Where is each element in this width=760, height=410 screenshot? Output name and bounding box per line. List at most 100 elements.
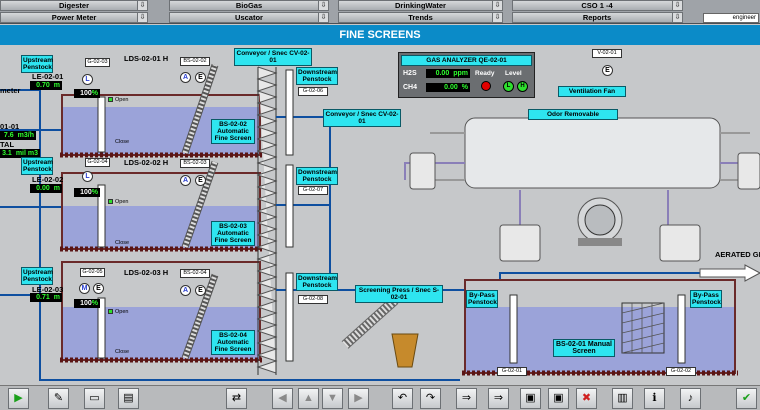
nav-uscator[interactable]: Uscator — [169, 12, 329, 23]
ch4-label: CH4 — [403, 84, 418, 91]
flow-meter-label: meter — [0, 86, 21, 95]
gate-mode-3[interactable]: M — [79, 283, 90, 294]
upstream-penstock-3[interactable]: Upstream Penstock — [21, 267, 53, 285]
close-label-3: Close — [115, 349, 130, 355]
downstream-penstock-2[interactable]: Downstream Penstock — [296, 167, 338, 185]
nav-digester-arrow-icon[interactable]: ⇩ — [137, 0, 148, 11]
document-icon: ▤ — [123, 392, 134, 404]
nav-uscator-arrow-icon[interactable]: ⇩ — [318, 12, 329, 23]
screen-mode-a-3[interactable]: A — [180, 285, 191, 296]
downstream-penstock-1[interactable]: Downstream Penstock — [296, 67, 338, 85]
gate-tag-2: G-02-04 — [85, 158, 110, 167]
gate-tag-1: G-02-03 — [85, 58, 110, 67]
top-navigation: Digester ⇩ BioGas ⇩ DrinkingWater ⇩ CSO … — [0, 0, 760, 24]
nav-cso-arrow-icon[interactable]: ⇩ — [672, 0, 683, 11]
redo-button[interactable]: ↷ — [420, 388, 441, 409]
upstream-penstock-2[interactable]: Upstream Penstock — [21, 157, 53, 175]
import-icon: ⇒ — [461, 392, 472, 404]
process-lines — [0, 63, 760, 381]
screen-tag-1: BS-02-02 — [180, 57, 210, 66]
nav-power-meter[interactable]: Power Meter — [0, 12, 148, 23]
nav-digester[interactable]: Digester — [0, 0, 148, 11]
manual-screen[interactable]: BS-02-01 Manual Screen — [553, 339, 615, 357]
nav-biogas-arrow-icon[interactable]: ⇩ — [318, 0, 329, 11]
nav-reports[interactable]: Reports — [512, 12, 682, 23]
gas-analyzer-title: GAS ANALYZER QE-02-01 — [401, 55, 532, 66]
screen-mode-a-2[interactable]: A — [180, 175, 191, 186]
export-button[interactable]: ⇒ — [488, 388, 509, 409]
nav-reports-arrow-icon[interactable]: ⇩ — [672, 12, 683, 23]
bypass-penstock-right[interactable]: By-Pass Penstock — [690, 290, 722, 308]
conveyor-label-top: Conveyor / Snec CV-02-01 — [234, 48, 312, 66]
gas-analyzer-panel: GAS ANALYZER QE-02-01 H2S 0.00 ppm CH4 0.… — [398, 52, 535, 98]
ready-label: Ready — [475, 70, 495, 77]
save-as-icon: ▣ — [553, 392, 564, 404]
folder-button[interactable]: ▭ — [84, 388, 105, 409]
play-icon: ▶ — [14, 392, 23, 404]
nav-trends-arrow-icon[interactable]: ⇩ — [492, 12, 503, 23]
screen-mode-e-3[interactable]: E — [195, 285, 206, 296]
close-label-2: Close — [115, 240, 130, 246]
fine-screen-3[interactable]: BS-02-04 Automatic Fine Screen — [211, 330, 255, 355]
import-button[interactable]: ⇒ — [456, 388, 477, 409]
nav-left-button[interactable]: ◀ — [272, 388, 293, 409]
nav-up-button[interactable]: ▲ — [298, 388, 319, 409]
nav-trends[interactable]: Trends — [338, 12, 503, 23]
open-label-1: Open — [115, 97, 129, 103]
h2s-value: 0.00 ppm — [426, 69, 470, 78]
total-label: TAL — [0, 140, 15, 149]
transfer-button[interactable]: ⇄ — [226, 388, 247, 409]
screen-mode-e-2[interactable]: E — [195, 175, 206, 186]
open-limit-2 — [108, 199, 113, 204]
nav-biogas[interactable]: BioGas — [169, 0, 329, 11]
down-tag-1: G-02-06 — [298, 87, 328, 96]
play-button[interactable]: ▶ — [8, 388, 29, 409]
nav-left-icon: ◀ — [278, 392, 287, 404]
bottom-toolbar: ▶ ✎ ▭ ▤ ⇄ ◀ ▲ ▼ ▶ ↶ ↷ ⇒ ⇒ ▣ ▣ ✖ ▥ ℹ ♪ ✔ — [0, 385, 760, 410]
gate-mode-e-3[interactable]: E — [93, 283, 104, 294]
process-diagram: Conveyor / Snec CV-02-01 Conveyor / Snec… — [0, 45, 760, 385]
fine-screen-2[interactable]: BS-02-03 Automatic Fine Screen — [211, 221, 255, 246]
sound-button[interactable]: ♪ — [680, 388, 701, 409]
screen-mode-e-1[interactable]: E — [195, 72, 206, 83]
level-value-3: 0.71 m — [30, 293, 62, 302]
save-icon: ▣ — [525, 392, 536, 404]
level-value-1: 0.70 m — [30, 81, 62, 90]
document-button[interactable]: ▤ — [118, 388, 139, 409]
tools-button[interactable]: ✎ — [48, 388, 69, 409]
nav-cso[interactable]: CSO 1 -4 — [512, 0, 682, 11]
gate-mode-1[interactable]: L — [82, 74, 93, 85]
flow-meter-id: 01-01 — [0, 122, 20, 131]
bypass-tag-right: G-02-02 — [666, 367, 696, 376]
confirm-button[interactable]: ✔ — [736, 388, 757, 409]
delete-icon: ✖ — [581, 392, 592, 404]
fan-mode-indicator[interactable]: E — [602, 65, 613, 76]
level-sensor-1: LE-02-01 — [32, 72, 64, 81]
redo-icon: ↷ — [425, 392, 436, 404]
save-button[interactable]: ▣ — [520, 388, 541, 409]
screening-press-label: Screening Press / Snec S-02-01 — [355, 285, 443, 303]
nav-right-button[interactable]: ▶ — [348, 388, 369, 409]
screen-mode-a-1[interactable]: A — [180, 72, 191, 83]
delete-button[interactable]: ✖ — [576, 388, 597, 409]
save-as-button[interactable]: ▣ — [548, 388, 569, 409]
fan-tag: V-02-01 — [592, 49, 622, 58]
upstream-penstock-1[interactable]: Upstream Penstock — [21, 55, 53, 73]
aerated-label: AERATED GR — [715, 250, 760, 259]
nav-drinkingwater-arrow-icon[interactable]: ⇩ — [492, 0, 503, 11]
print-button[interactable]: ▥ — [612, 388, 633, 409]
nav-drinkingwater[interactable]: DrinkingWater — [338, 0, 503, 11]
fine-screen-1[interactable]: BS-02-02 Automatic Fine Screen — [211, 119, 255, 144]
info-button[interactable]: ℹ — [644, 388, 665, 409]
nav-power-arrow-icon[interactable]: ⇩ — [137, 12, 148, 23]
ch4-value: 0.00% — [426, 83, 470, 92]
bypass-penstock-left[interactable]: By-Pass Penstock — [466, 290, 498, 308]
undo-button[interactable]: ↶ — [392, 388, 413, 409]
gate-percent-3: 100% — [74, 299, 100, 308]
level-value-2: 0.00 m — [30, 184, 62, 193]
open-label-2: Open — [115, 199, 129, 205]
downstream-penstock-3[interactable]: Downstream Penstock — [296, 273, 338, 291]
gate-mode-2[interactable]: L — [82, 171, 93, 182]
nav-down-icon: ▼ — [327, 392, 338, 404]
nav-down-button[interactable]: ▼ — [322, 388, 343, 409]
